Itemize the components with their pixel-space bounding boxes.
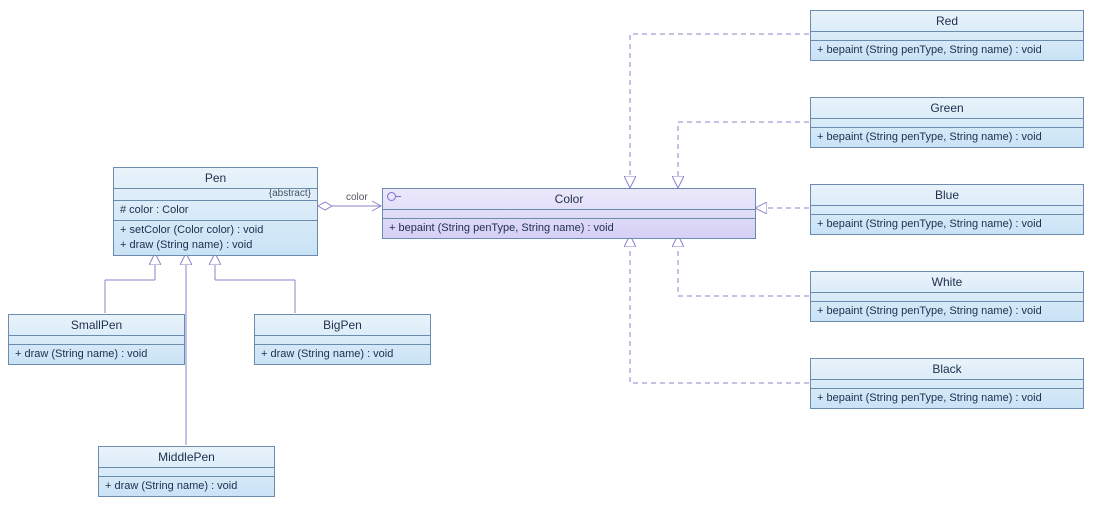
class-green: Green + bepaint (String penType, String …	[810, 97, 1084, 148]
class-title: Blue	[811, 185, 1083, 206]
class-black: Black + bepaint (String penType, String …	[810, 358, 1084, 409]
class-middlepen: MiddlePen + draw (String name) : void	[98, 446, 275, 497]
association-role-label: color	[346, 192, 368, 203]
operation: + bepaint (String penType, String name) …	[817, 391, 1077, 406]
class-title: MiddlePen	[99, 447, 274, 468]
class-title: Red	[811, 11, 1083, 32]
class-bigpen: BigPen + draw (String name) : void	[254, 314, 431, 365]
operation: + draw (String name) : void	[120, 238, 311, 253]
class-red: Red + bepaint (String penType, String na…	[810, 10, 1084, 61]
operation: + bepaint (String penType, String name) …	[817, 43, 1077, 58]
class-title: Black	[811, 359, 1083, 380]
class-stereotype: {abstract}	[114, 188, 317, 201]
operation: + bepaint (String penType, String name) …	[817, 130, 1077, 145]
class-title: Green	[811, 98, 1083, 119]
class-pen: Pen {abstract} # color : Color + setColo…	[113, 167, 318, 256]
class-blue: Blue + bepaint (String penType, String n…	[810, 184, 1084, 235]
operation: + draw (String name) : void	[261, 347, 424, 362]
operation: + bepaint (String penType, String name) …	[817, 304, 1077, 319]
class-smallpen: SmallPen + draw (String name) : void	[8, 314, 185, 365]
attribute: # color : Color	[120, 203, 311, 218]
operation: + bepaint (String penType, String name) …	[817, 217, 1077, 232]
operation: + setColor (Color color) : void	[120, 223, 311, 238]
operation: + bepaint (String penType, String name) …	[389, 221, 749, 236]
class-title: BigPen	[255, 315, 430, 336]
class-white: White + bepaint (String penType, String …	[810, 271, 1084, 322]
connectors-layer	[0, 0, 1094, 514]
class-title-text: Color	[555, 192, 584, 206]
interface-icon	[387, 193, 397, 199]
class-title: Color	[383, 189, 755, 210]
operation: + draw (String name) : void	[105, 479, 268, 494]
diagram-canvas: color Pen {abstract} # color : Color + s…	[0, 0, 1094, 514]
interface-color: Color + bepaint (String penType, String …	[382, 188, 756, 239]
class-title: SmallPen	[9, 315, 184, 336]
class-title: Pen	[114, 168, 317, 189]
operation: + draw (String name) : void	[15, 347, 178, 362]
class-title: White	[811, 272, 1083, 293]
